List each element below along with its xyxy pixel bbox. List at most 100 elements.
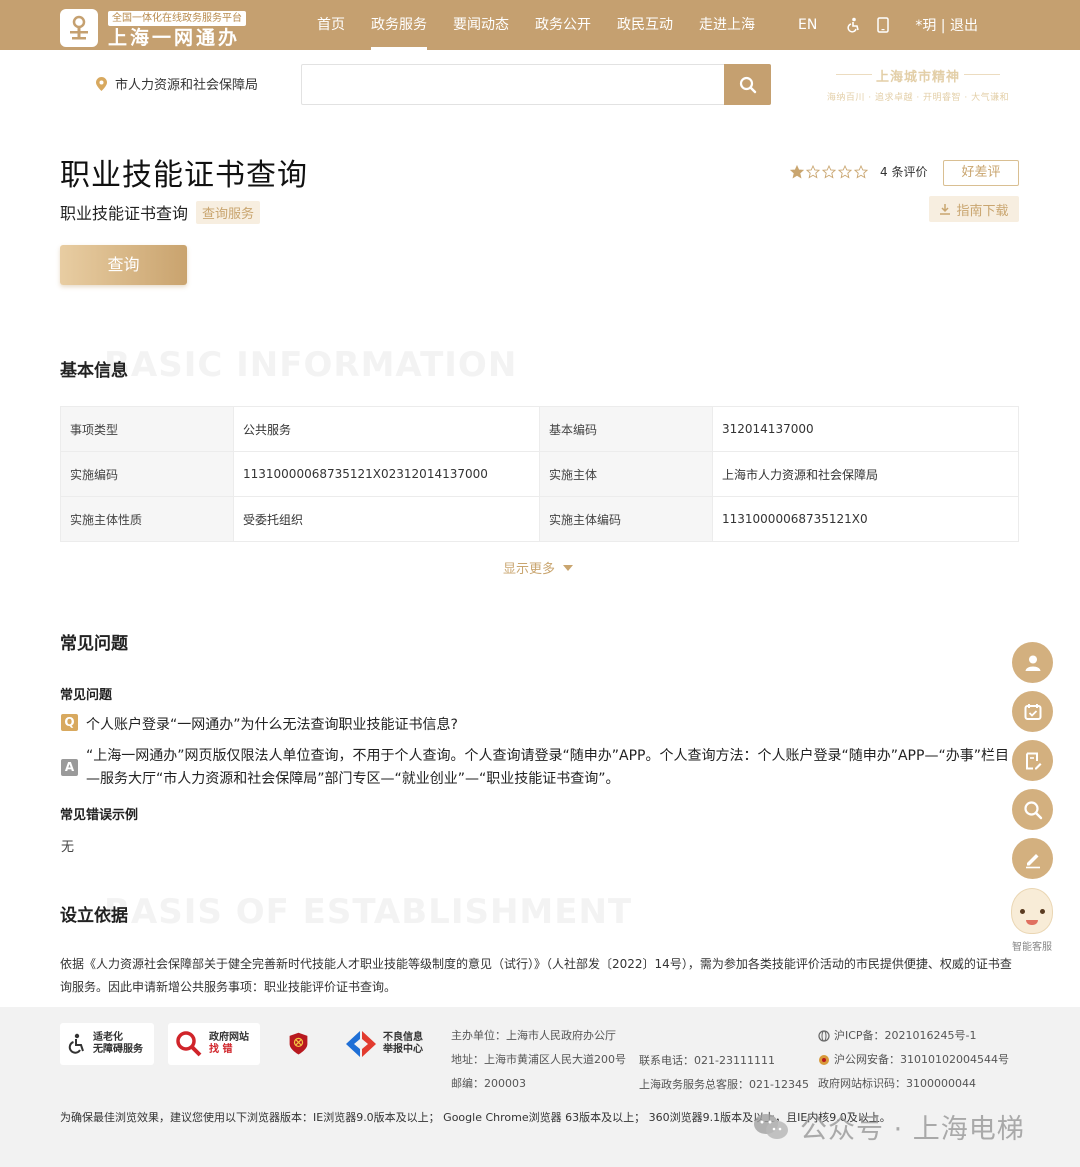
- footer-police[interactable]: 沪公网安备：31010102004544号: [818, 1048, 1009, 1072]
- show-more-toggle[interactable]: 显示更多: [503, 558, 574, 577]
- city-spirit-slogan: 海纳百川 · 追求卓越 · 开明睿智 · 大气谦和: [826, 93, 1010, 103]
- query-button[interactable]: 查询: [60, 245, 187, 285]
- info-key: 实施主体: [539, 451, 713, 497]
- globe-icon: [818, 1030, 830, 1042]
- nav-government-services[interactable]: 政务服务: [358, 0, 440, 50]
- main-nav: 首页 政务服务 要闻动态 政务公开 政民互动 走进上海: [304, 0, 768, 50]
- question-badge: Q: [61, 714, 78, 731]
- footer-report-center-badge[interactable]: 不良信息 举报中心: [338, 1023, 430, 1065]
- badge-line1: 适老化: [93, 1032, 123, 1043]
- search-input[interactable]: [302, 65, 722, 104]
- nav-interaction[interactable]: 政民互动: [604, 0, 686, 50]
- nav-about-shanghai[interactable]: 走进上海: [686, 0, 768, 50]
- footer-phone: 联系电话：021-23111111: [639, 1054, 775, 1067]
- language-switch[interactable]: EN: [798, 17, 817, 33]
- user-icon: [1025, 655, 1040, 671]
- footer-party-badge[interactable]: [282, 1023, 320, 1065]
- info-key: 实施编码: [60, 451, 234, 497]
- footer-accessibility-badge[interactable]: 适老化 无障碍服务: [60, 1023, 154, 1065]
- common-errors-heading: 常见错误示例: [60, 808, 139, 823]
- info-key: 事项类型: [60, 406, 234, 452]
- top-nav-bar: 全国一体化在线政务服务平台 上海一网通办 首页 政务服务 要闻动态 政务公开 政…: [0, 0, 1080, 50]
- guide-download-label: 指南下载: [956, 203, 1009, 219]
- footer-police-text: 沪公网安备：31010102004544号: [834, 1053, 1009, 1066]
- star-empty-icon[interactable]: [838, 164, 852, 179]
- site-logo[interactable]: 全国一体化在线政务服务平台 上海一网通办: [60, 6, 246, 49]
- footer-address: 地址：上海市黄浦区人民大道200号: [451, 1053, 626, 1066]
- department-location[interactable]: 市人力资源和社会保障局: [96, 74, 258, 93]
- float-feedback-button[interactable]: [1012, 838, 1053, 879]
- info-key: 基本编码: [539, 406, 713, 452]
- search-button[interactable]: [724, 64, 771, 105]
- logo-emblem-icon: [60, 8, 98, 47]
- info-key: 实施主体性质: [60, 496, 234, 542]
- service-subtitle: 职业技能证书查询 查询服务: [60, 200, 261, 224]
- nav-home[interactable]: 首页: [304, 0, 358, 50]
- page-title: 职业技能证书查询: [60, 158, 308, 193]
- logo-tagline: 全国一体化在线政务服务平台: [108, 11, 246, 26]
- city-spirit-title: 上海城市精神: [818, 66, 1018, 85]
- float-user-button[interactable]: [1012, 642, 1053, 683]
- accessibility-icon[interactable]: [845, 17, 861, 33]
- footer-icp-text: 沪ICP备：2021016245号-1: [834, 1029, 977, 1042]
- search-icon: [739, 76, 756, 93]
- answer-text: “上海一网通办”网页版仅限法人单位查询，不用于个人查询。个人查询请登录“随申办”…: [86, 748, 1009, 787]
- star-filled-icon[interactable]: [790, 164, 804, 179]
- pencil-icon: [1025, 853, 1040, 868]
- calendar-check-icon: [1024, 703, 1041, 720]
- magnifier-logo-icon: [176, 1031, 202, 1057]
- float-search-button[interactable]: [1012, 789, 1053, 830]
- answer-badge: A: [61, 759, 78, 776]
- wheelchair-icon: [68, 1033, 84, 1054]
- basic-info-table: 事项类型 公共服务 基本编码 312014137000 实施编码 1131000…: [60, 406, 1019, 542]
- info-value: 公共服务: [233, 406, 540, 452]
- note-edit-icon: [1025, 752, 1041, 769]
- report-logo-icon: [346, 1031, 376, 1057]
- basic-info-watermark: BASIC INFORMATION: [104, 345, 518, 385]
- review-count[interactable]: 4 条评价: [880, 163, 927, 180]
- rate-button[interactable]: 好差评: [943, 160, 1019, 186]
- footer-site-error-badge[interactable]: 政府网站找 错: [168, 1023, 260, 1065]
- city-spirit-banner: 上海城市精神 海纳百川 · 追求卓越 · 开明睿智 · 大气谦和: [818, 66, 1018, 106]
- guide-download-button[interactable]: 指南下载: [929, 196, 1019, 222]
- faq-subheading: 常见问题: [60, 688, 113, 703]
- assistant-label: 智能客服: [1012, 942, 1052, 953]
- star-empty-icon[interactable]: [854, 164, 868, 179]
- badge-line1: 不良信息: [383, 1032, 423, 1043]
- star-empty-icon[interactable]: [806, 164, 820, 179]
- basic-info-heading: 基本信息: [60, 361, 128, 381]
- info-value: 11310000068735121X0: [712, 496, 1019, 542]
- table-row: 实施编码 11310000068735121X02312014137000 实施…: [60, 451, 1019, 497]
- police-badge-icon: [819, 1055, 829, 1065]
- star-empty-icon[interactable]: [822, 164, 836, 179]
- service-name: 职业技能证书查询: [60, 204, 189, 223]
- basis-text: 依据《人力资源社会保障部关于健全完善新时代技能人才职业技能等级制度的意见（试行）…: [60, 957, 1012, 994]
- badge-line1: 政府网站: [209, 1032, 249, 1043]
- badge-line2: 举报中心: [383, 1044, 423, 1055]
- info-value: 上海市人力资源和社会保障局: [712, 451, 1019, 497]
- mobile-icon[interactable]: [877, 17, 890, 33]
- download-icon: [940, 204, 951, 215]
- emblem-icon: [289, 1032, 308, 1055]
- department-name: 市人力资源和社会保障局: [115, 78, 259, 93]
- footer-icp[interactable]: 沪ICP备：2021016245号-1: [818, 1024, 1009, 1048]
- rating-summary: 4 条评价: [790, 163, 927, 180]
- info-key: 实施主体编码: [539, 496, 713, 542]
- nav-news[interactable]: 要闻动态: [440, 0, 522, 50]
- float-note-button[interactable]: [1012, 740, 1053, 781]
- user-logout[interactable]: *玥 | 退出: [915, 15, 978, 35]
- basis-watermark: BASIS OF ESTABLISHMENT: [104, 892, 633, 932]
- watermark-text: 公众号 · 上海电梯: [800, 1114, 1025, 1145]
- assistant-avatar-icon: [1011, 888, 1053, 934]
- faq-question: Q 个人账户登录“一网通办”为什么无法查询职业技能证书信息?: [61, 714, 458, 734]
- wechat-icon: [752, 1112, 790, 1142]
- smart-assistant[interactable]: 智能客服: [1008, 888, 1056, 958]
- float-calendar-button[interactable]: [1012, 691, 1053, 732]
- search-icon: [1023, 800, 1042, 819]
- footer-postcode: 邮编：200003: [451, 1077, 526, 1090]
- logo-name: 上海一网通办: [108, 27, 241, 49]
- faq-heading: 常见问题: [60, 634, 128, 654]
- nav-government-affairs[interactable]: 政务公开: [522, 0, 604, 50]
- question-text: 个人账户登录“一网通办”为什么无法查询职业技能证书信息?: [86, 717, 458, 733]
- location-pin-icon: [96, 76, 107, 91]
